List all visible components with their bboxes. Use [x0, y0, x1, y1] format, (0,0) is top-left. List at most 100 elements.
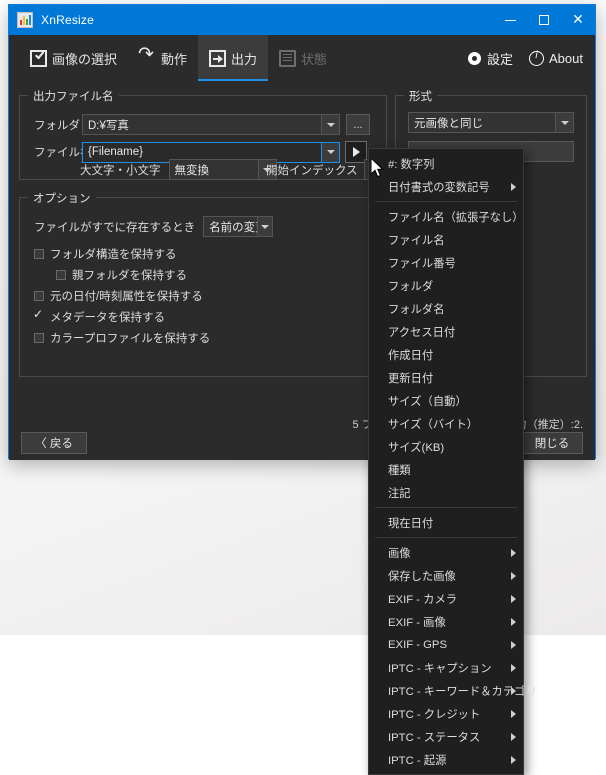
menu-item-label: IPTC - ステータス: [388, 731, 481, 744]
menu-item-access-date[interactable]: アクセス日付: [369, 320, 523, 343]
folder-label: フォルダ: [34, 119, 80, 132]
checkbox-label: 元の日付/時刻属性を保持する: [50, 291, 203, 303]
menu-item-size-bytes[interactable]: サイズ（バイト）: [369, 412, 523, 435]
filename-label: ファイル名: [34, 147, 92, 159]
menu-item-iptc-keywords-category[interactable]: IPTC - キーワード＆カテゴリ: [369, 679, 537, 702]
case-combo[interactable]: 無変換: [168, 159, 277, 180]
window-controls: ✕: [493, 5, 595, 35]
menu-item-comment[interactable]: 注記: [369, 481, 523, 504]
menu-item-label: アクセス日付: [388, 326, 456, 339]
submenu-arrow-icon: [511, 709, 516, 718]
submenu-arrow-icon: [511, 755, 516, 764]
tab-label: 画像の選択: [52, 51, 118, 67]
submenu-arrow-icon: [511, 686, 516, 695]
checkbox-label: フォルダ構造を保持する: [50, 249, 177, 261]
tab-status: 状態: [268, 35, 338, 81]
menu-item-size-auto[interactable]: サイズ（自動）: [369, 389, 523, 412]
menu-item-size-kb[interactable]: サイズ(KB): [369, 435, 523, 458]
output-filename-group: 出力ファイル名 フォルダ D:¥写真 ... ファイル名 {Filename}: [19, 88, 413, 180]
tab-select-images[interactable]: 画像の選択: [19, 35, 128, 81]
folder-value: D:¥写真: [88, 119, 129, 132]
info-circle-icon: [529, 50, 545, 66]
about-button[interactable]: About: [529, 50, 583, 66]
play-triangle-icon: [352, 147, 360, 157]
checkbox-box: [56, 270, 66, 280]
menu-item-iptc-caption[interactable]: IPTC - キャプション: [369, 656, 523, 679]
menu-item-creation-date[interactable]: 作成日付: [369, 343, 523, 366]
back-button[interactable]: 〈 戻る: [21, 432, 87, 454]
checkbox-keep-metadata[interactable]: メタデータを保持する: [33, 307, 165, 325]
file-exists-row: ファイルがすでに存在するとき 名前の変更: [34, 216, 274, 237]
clipboard-icon: [279, 49, 297, 67]
menu-item-modified-date[interactable]: 更新日付: [369, 366, 523, 389]
menu-item-exif-image[interactable]: EXIF - 画像: [369, 610, 523, 633]
menu-item-number-sequence[interactable]: #: 数字列: [369, 152, 523, 175]
menu-item-filename-no-ext[interactable]: ファイル名（拡張子なし）: [369, 205, 524, 228]
menu-item-exif-gps[interactable]: EXIF - GPS: [369, 633, 523, 656]
checkbox-keep-color-profile[interactable]: カラープロファイルを保持する: [34, 330, 210, 346]
menu-item-iptc-status[interactable]: IPTC - ステータス: [369, 725, 523, 748]
menu-item-label: #: 数字列: [388, 158, 435, 171]
menu-item-label: サイズ(KB): [388, 441, 445, 454]
menu-separator: [375, 201, 517, 202]
menu-item-label: EXIF - 画像: [388, 616, 446, 629]
chevron-down-icon[interactable]: [555, 113, 573, 132]
maximize-button[interactable]: [527, 5, 561, 35]
folder-combo[interactable]: D:¥写真: [82, 114, 340, 135]
submenu-arrow-icon: [511, 182, 516, 191]
case-label: 大文字・小文字: [80, 164, 161, 177]
submenu-arrow-icon: [511, 548, 516, 557]
close-button[interactable]: 閉じる: [521, 432, 583, 454]
menu-item-label: 保存した画像: [388, 570, 456, 583]
menu-item-current-date[interactable]: 現在日付: [369, 511, 523, 534]
menu-item-label: 作成日付: [388, 349, 434, 362]
menu-item-label: EXIF - GPS: [388, 638, 448, 651]
about-label: About: [549, 50, 583, 66]
settings-button[interactable]: 設定: [467, 49, 513, 68]
menu-item-folder-name[interactable]: フォルダ名: [369, 297, 523, 320]
checkbox-keep-original-datetime[interactable]: 元の日付/時刻属性を保持する: [34, 288, 203, 304]
file-exists-combo[interactable]: 名前の変更: [203, 216, 274, 237]
menu-item-label: フォルダ名: [388, 303, 445, 316]
case-row: 大文字・小文字 無変換: [80, 159, 277, 180]
menu-item-label: EXIF - カメラ: [388, 593, 458, 606]
menu-item-iptc-origin[interactable]: IPTC - 起源: [369, 748, 523, 771]
menu-item-folder[interactable]: フォルダ: [369, 274, 523, 297]
menu-item-image[interactable]: 画像: [369, 541, 523, 564]
checkbox-label: メタデータを保持する: [50, 312, 165, 324]
minimize-button[interactable]: [493, 5, 527, 35]
checkbox-box: [34, 333, 44, 343]
case-value: 無変換: [174, 164, 210, 177]
submenu-arrow-icon: [511, 663, 516, 672]
checkbox-label: 親フォルダを保持する: [72, 270, 187, 282]
menu-item-label: サイズ（自動）: [388, 395, 467, 408]
menu-item-type[interactable]: 種類: [369, 458, 523, 481]
checkbox-keep-folder-structure[interactable]: フォルダ構造を保持する: [34, 246, 177, 262]
menu-item-saved-image[interactable]: 保存した画像: [369, 564, 523, 587]
tab-bar: 画像の選択 動作 出力 状態 設定 About: [9, 35, 595, 81]
menu-item-label: 日付書式の変数記号: [388, 181, 490, 194]
format-combo[interactable]: 元画像と同じ: [408, 112, 574, 133]
menu-item-label: 更新日付: [388, 372, 434, 385]
menu-item-filename[interactable]: ファイル名: [369, 228, 523, 251]
menu-item-exif-camera[interactable]: EXIF - カメラ: [369, 587, 523, 610]
checkbox-keep-parent-folder[interactable]: 親フォルダを保持する: [56, 267, 187, 283]
close-window-button[interactable]: ✕: [561, 5, 595, 35]
chevron-down-icon[interactable]: [257, 217, 273, 236]
tab-action[interactable]: 動作: [128, 35, 198, 81]
menu-item-iptc-credit[interactable]: IPTC - クレジット: [369, 702, 523, 725]
menu-item-file-number[interactable]: ファイル番号: [369, 251, 523, 274]
close-icon: ✕: [572, 12, 584, 28]
tab-output[interactable]: 出力: [198, 35, 269, 81]
chevron-down-icon[interactable]: [321, 115, 339, 134]
browse-folder-button[interactable]: ...: [346, 114, 370, 135]
title-bar: XnResize ✕: [9, 5, 595, 35]
menu-item-label: IPTC - クレジット: [388, 708, 481, 721]
menu-item-date-format-variables[interactable]: 日付書式の変数記号: [369, 175, 523, 198]
window-title: XnResize: [41, 13, 94, 27]
variable-insert-context-menu[interactable]: #: 数字列 日付書式の変数記号 ファイル名（拡張子なし） ファイル名 ファイル…: [368, 148, 537, 775]
gear-icon: [467, 51, 482, 66]
tab-label: 出力: [231, 51, 258, 67]
checkbox-box: [34, 249, 44, 259]
menu-item-label: IPTC - 起源: [388, 754, 447, 767]
